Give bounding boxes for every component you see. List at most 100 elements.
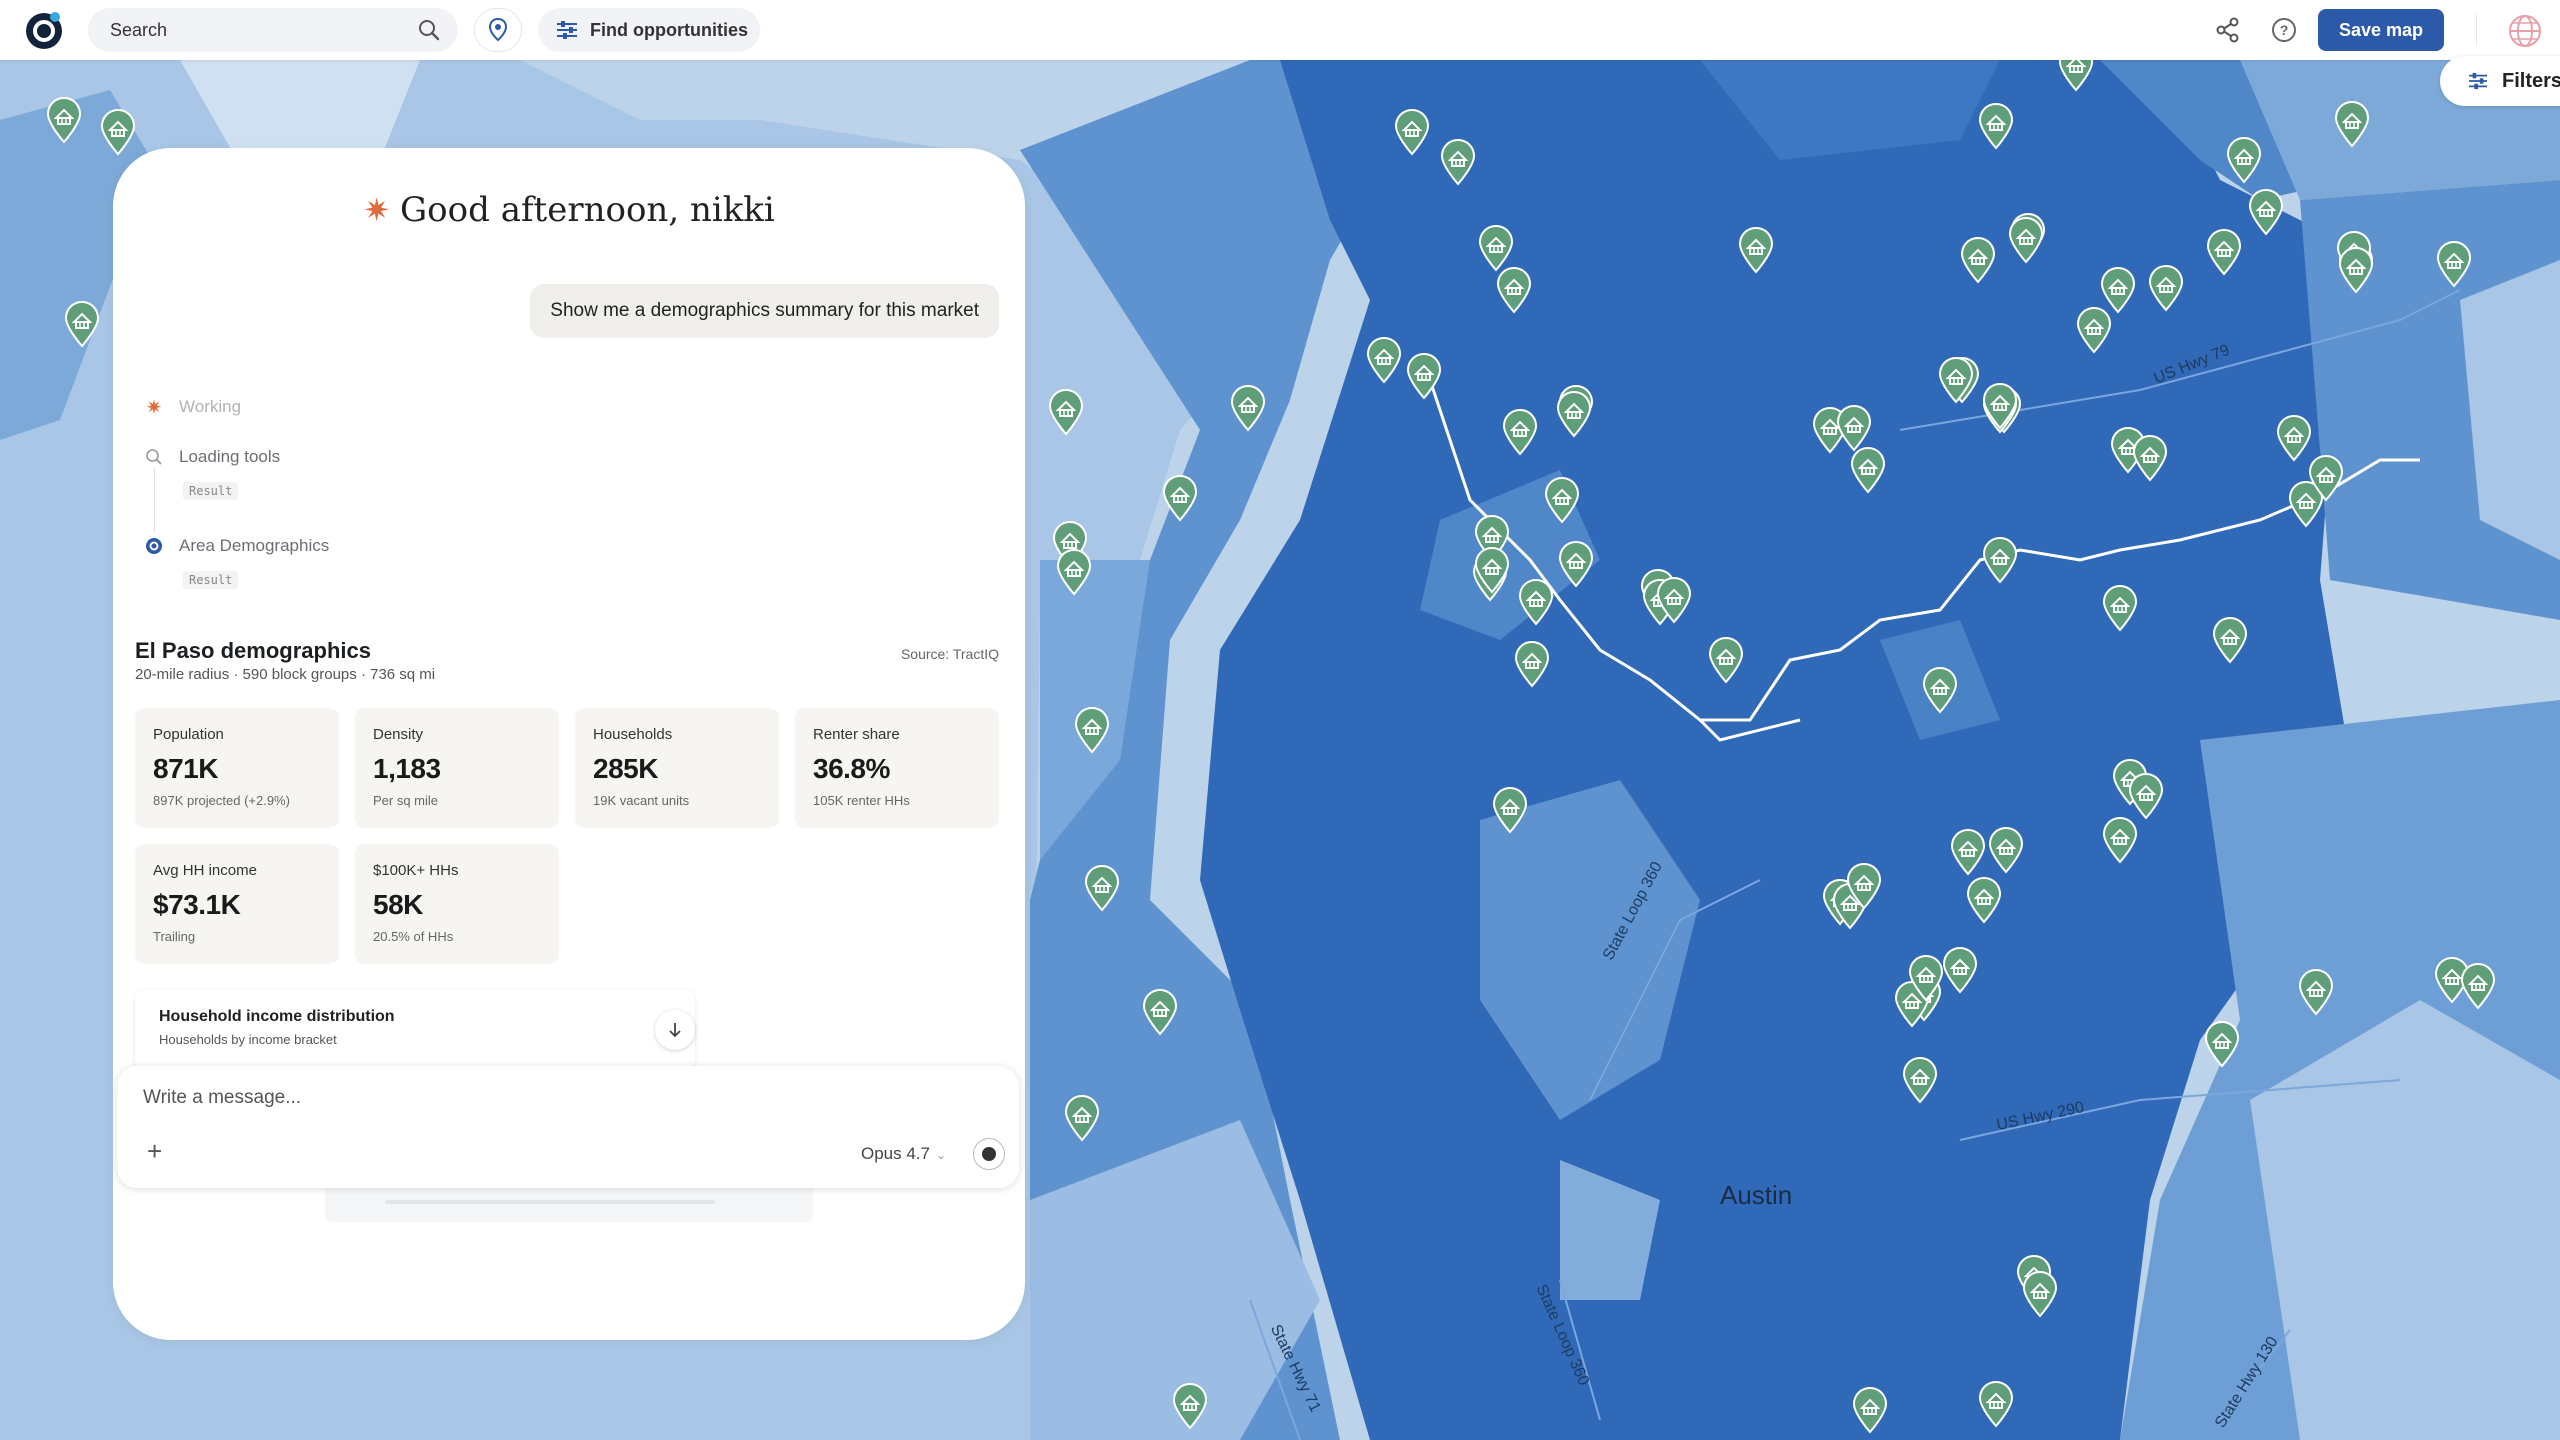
demographics-subtitle: 20-mile radius · 590 block groups · 736 … (135, 666, 436, 683)
storage-facility-pin-icon[interactable] (1439, 138, 1477, 186)
storage-facility-pin-icon[interactable] (1949, 828, 1987, 876)
storage-facility-pin-icon[interactable] (1921, 666, 1959, 714)
step-area-demographics[interactable]: Area Demographics (143, 535, 329, 557)
storage-facility-pin-icon[interactable] (99, 108, 137, 156)
search-icon[interactable] (418, 19, 440, 41)
income-distribution-card[interactable]: Household income distribution Households… (135, 990, 695, 1070)
save-map-button[interactable]: Save map (2318, 9, 2444, 51)
storage-facility-pin-icon[interactable] (1473, 546, 1511, 594)
storage-facility-pin-icon[interactable] (1737, 226, 1775, 274)
loading-tools-result-tag[interactable]: Result (183, 482, 239, 500)
storage-facility-pin-icon[interactable] (1141, 988, 1179, 1036)
find-opportunities-button[interactable]: Find opportunities (538, 8, 760, 52)
share-icon[interactable] (2214, 16, 2242, 44)
storage-facility-pin-icon[interactable] (1491, 786, 1529, 834)
stat-card-avg-hh-income: Avg HH income $73.1K Trailing (135, 844, 339, 964)
storage-facility-pin-icon[interactable] (1981, 536, 2019, 584)
storage-facility-pin-icon[interactable] (2099, 266, 2137, 314)
stat-label: Density (373, 726, 424, 743)
storage-facility-pin-icon[interactable] (63, 300, 101, 348)
storage-facility-pin-icon[interactable] (1907, 954, 1945, 1002)
storage-facility-pin-icon[interactable] (2275, 414, 2313, 462)
stat-note: 20.5% of HHs (373, 929, 454, 944)
storage-facility-pin-icon[interactable] (2147, 264, 2185, 312)
stat-value: 871K (153, 753, 218, 784)
storage-facility-pin-icon[interactable] (1981, 382, 2019, 430)
storage-facility-pin-icon[interactable] (2101, 816, 2139, 864)
storage-facility-pin-icon[interactable] (1655, 576, 1693, 624)
storage-facility-pin-icon[interactable] (2203, 1020, 2241, 1068)
filters-button[interactable]: Filters (2440, 56, 2560, 106)
storage-facility-pin-icon[interactable] (1959, 236, 1997, 284)
storage-facility-pin-icon[interactable] (1055, 548, 1093, 596)
message-input[interactable] (141, 1086, 845, 1110)
storage-facility-pin-icon[interactable] (2127, 772, 2165, 820)
app-logo-icon[interactable] (22, 8, 66, 52)
storage-facility-pin-icon[interactable] (1851, 1386, 1889, 1434)
storage-facility-pin-icon[interactable] (2021, 1270, 2059, 1318)
stat-value: 58K (373, 889, 423, 920)
storage-facility-pin-icon[interactable] (2333, 100, 2371, 148)
scroll-down-button[interactable] (655, 1010, 695, 1050)
storage-facility-pin-icon[interactable] (2435, 240, 2473, 288)
storage-facility-pin-icon[interactable] (2459, 962, 2497, 1010)
storage-facility-pin-icon[interactable] (1845, 862, 1883, 910)
storage-facility-pin-icon[interactable] (1835, 404, 1873, 452)
storage-facility-pin-icon[interactable] (1987, 826, 2025, 874)
storage-facility-pin-icon[interactable] (2225, 136, 2263, 184)
stat-label: Population (153, 726, 224, 743)
storage-facility-pin-icon[interactable] (1501, 408, 1539, 456)
storage-facility-pin-icon[interactable] (2247, 188, 2285, 236)
storage-facility-pin-icon[interactable] (1965, 876, 2003, 924)
step-loading-tools[interactable]: Loading tools (143, 446, 280, 468)
storage-facility-pin-icon[interactable] (2131, 434, 2169, 482)
globe-icon[interactable] (2508, 14, 2542, 48)
storage-facility-pin-icon[interactable] (2297, 968, 2335, 1016)
storage-facility-pin-icon[interactable] (1365, 336, 1403, 384)
storage-facility-pin-icon[interactable] (45, 96, 83, 144)
storage-facility-pin-icon[interactable] (1513, 640, 1551, 688)
storage-facility-pin-icon[interactable] (1083, 864, 1121, 912)
stat-value: 285K (593, 753, 658, 784)
storage-facility-pin-icon[interactable] (2205, 228, 2243, 276)
storage-facility-pin-icon[interactable] (1517, 578, 1555, 626)
location-pin-icon (488, 18, 508, 42)
storage-facility-pin-icon[interactable] (1937, 356, 1975, 404)
storage-facility-pin-icon[interactable] (1941, 946, 1979, 994)
help-icon[interactable]: ? (2270, 16, 2298, 44)
storage-facility-pin-icon[interactable] (1063, 1094, 1101, 1142)
stat-card-density: Density 1,183 Per sq mile (355, 708, 559, 828)
storage-facility-pin-icon[interactable] (1849, 446, 1887, 494)
storage-facility-pin-icon[interactable] (1477, 224, 1515, 272)
greeting-name: nikki (689, 190, 775, 230)
storage-facility-pin-icon[interactable] (1543, 476, 1581, 524)
storage-facility-pin-icon[interactable] (1171, 1382, 1209, 1430)
storage-facility-pin-icon[interactable] (1495, 266, 1533, 314)
storage-facility-pin-icon[interactable] (2211, 616, 2249, 664)
storage-facility-pin-icon[interactable] (1405, 352, 1443, 400)
storage-facility-pin-icon[interactable] (1073, 706, 1111, 754)
voice-record-button[interactable] (973, 1138, 1005, 1170)
storage-facility-pin-icon[interactable] (1557, 540, 1595, 588)
storage-facility-pin-icon[interactable] (1707, 636, 1745, 684)
area-demographics-result-tag[interactable]: Result (183, 571, 239, 589)
location-button[interactable] (474, 8, 522, 52)
stat-note: 897K projected (+2.9%) (153, 793, 290, 808)
storage-facility-pin-icon[interactable] (1977, 1380, 2015, 1428)
storage-facility-pin-icon[interactable] (1977, 102, 2015, 150)
storage-facility-pin-icon[interactable] (1047, 388, 1085, 436)
storage-facility-pin-icon[interactable] (1901, 1056, 1939, 1104)
search-input[interactable] (108, 18, 402, 42)
storage-facility-pin-icon[interactable] (2337, 246, 2375, 294)
add-attachment-button[interactable]: + (147, 1138, 162, 1164)
stat-card-households: Households 285K 19K vacant units (575, 708, 779, 828)
storage-facility-pin-icon[interactable] (1555, 390, 1593, 438)
storage-facility-pin-icon[interactable] (1229, 384, 1267, 432)
stat-note: Per sq mile (373, 793, 439, 808)
storage-facility-pin-icon[interactable] (1161, 474, 1199, 522)
model-selector[interactable]: Opus 4.7 ⌄ (861, 1144, 946, 1164)
storage-facility-pin-icon[interactable] (2007, 216, 2045, 264)
area-demographics-tool-icon (143, 535, 165, 557)
storage-facility-pin-icon[interactable] (2101, 584, 2139, 632)
storage-facility-pin-icon[interactable] (1393, 108, 1431, 156)
